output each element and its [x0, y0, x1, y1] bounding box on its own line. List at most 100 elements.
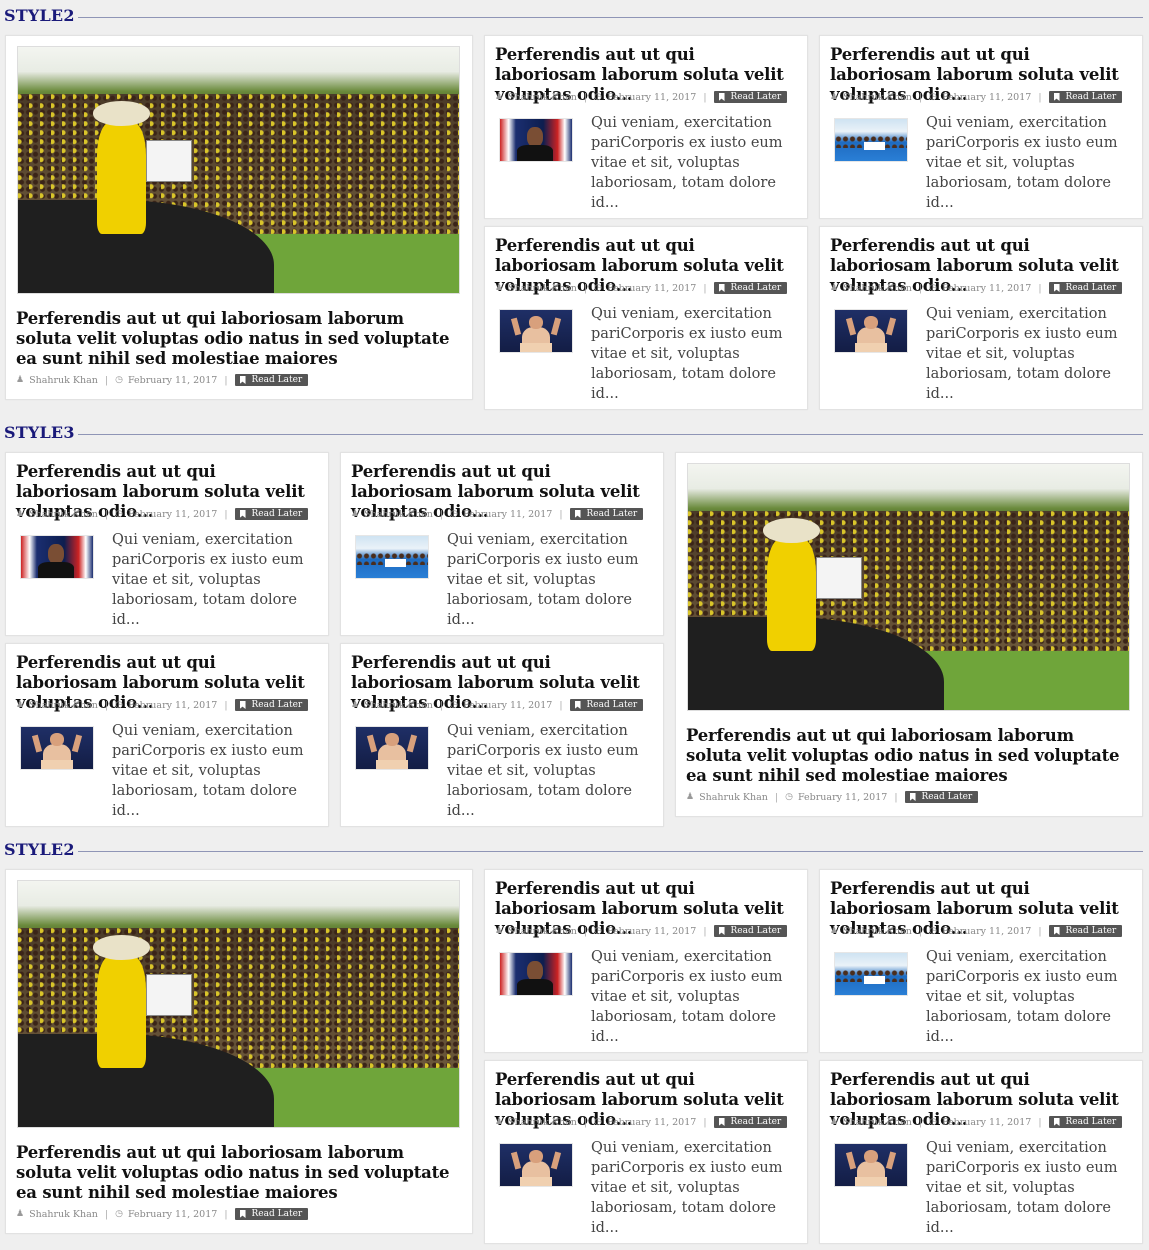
featured-post-card[interactable]: Perferendis aut ut qui laboriosam laboru… — [675, 452, 1143, 817]
post-date: February 11, 2017 — [941, 1116, 1032, 1128]
post-author[interactable]: Shahruk Khan — [843, 926, 912, 937]
read-later-button[interactable]: Read Later — [713, 91, 788, 103]
clock-icon: ◷ — [594, 92, 602, 102]
read-later-button[interactable]: Read Later — [1048, 1116, 1123, 1128]
featured-post-card[interactable]: Perferendis aut ut qui laboriosam laboru… — [5, 35, 473, 400]
post-meta: ♟ Shahruk Khan | ◷ February 11, 2017 | Read … — [495, 1116, 788, 1128]
post-card[interactable]: Perferendis aut ut qui laboriosam laboru… — [484, 35, 808, 219]
post-card[interactable]: Perferendis aut ut qui laboriosam laboru… — [484, 226, 808, 410]
post-card[interactable]: Perferendis aut ut qui laboriosam laboru… — [5, 452, 329, 636]
post-excerpt: Qui veniam, exercitation pariCorporis ex… — [447, 723, 639, 819]
read-later-button[interactable]: Read Later — [713, 1116, 788, 1128]
featured-post-image[interactable] — [17, 880, 460, 1128]
section-divider — [78, 17, 1143, 18]
bookmark-icon — [239, 376, 246, 384]
post-card[interactable]: Perferendis aut ut qui laboriosam laboru… — [819, 1060, 1143, 1244]
read-later-button[interactable]: Read Later — [569, 699, 644, 711]
featured-post-image[interactable] — [17, 46, 460, 294]
post-author[interactable]: Shahruk Khan — [508, 92, 577, 103]
post-author[interactable]: Shahruk Khan — [508, 1117, 577, 1128]
post-card[interactable]: Perferendis aut ut qui laboriosam laboru… — [484, 869, 808, 1053]
read-later-button[interactable]: Read Later — [1048, 91, 1123, 103]
post-author[interactable]: Shahruk Khan — [843, 1117, 912, 1128]
read-later-button[interactable]: Read Later — [713, 925, 788, 937]
post-thumbnail[interactable] — [834, 952, 908, 996]
post-author[interactable]: Shahruk Khan — [364, 509, 433, 520]
post-thumbnail[interactable] — [20, 535, 94, 579]
read-later-button[interactable]: Read Later — [234, 508, 309, 520]
post-thumbnail[interactable] — [499, 1143, 573, 1187]
user-icon: ♟ — [495, 926, 504, 936]
post-meta: ♟ Shahruk Khan | ◷ February 11, 2017 | Rea… — [16, 374, 309, 386]
post-card[interactable]: Perferendis aut ut qui laboriosam laboru… — [819, 35, 1143, 219]
post-author[interactable]: Shahruk Khan — [29, 1209, 98, 1220]
read-later-button[interactable]: Read Later — [234, 1208, 309, 1220]
clock-icon: ◷ — [115, 1209, 123, 1219]
post-excerpt: Qui veniam, exercitation pariCorporis ex… — [926, 115, 1118, 211]
post-meta: ♟ Shahruk Khan | ◷ February 11, 2017 | Read … — [830, 282, 1123, 294]
bookmark-icon — [718, 93, 725, 101]
read-later-button[interactable]: Read Later — [1048, 925, 1123, 937]
post-thumbnail[interactable] — [355, 726, 429, 770]
post-meta: ♟ Shahruk Khan | ◷ February 11, 2017 | Rea… — [686, 791, 979, 803]
post-card[interactable]: Perferendis aut ut qui laboriosam laboru… — [340, 452, 664, 636]
post-thumbnail[interactable] — [499, 118, 573, 162]
post-author[interactable]: Shahruk Khan — [364, 700, 433, 711]
bookmark-icon — [239, 701, 246, 709]
read-later-button[interactable]: Read Later — [713, 282, 788, 294]
post-author[interactable]: Shahruk Khan — [699, 792, 768, 803]
post-date: February 11, 2017 — [606, 282, 697, 294]
post-date: February 11, 2017 — [797, 791, 888, 803]
featured-post-title[interactable]: Perferendis aut ut qui laboriosam laboru… — [686, 726, 1126, 786]
user-icon: ♟ — [686, 792, 695, 802]
clock-icon: ◷ — [929, 1117, 937, 1127]
section-divider — [78, 434, 1143, 435]
post-thumbnail[interactable] — [834, 1143, 908, 1187]
post-date: February 11, 2017 — [941, 91, 1032, 103]
post-author[interactable]: Shahruk Khan — [508, 283, 577, 294]
section-header: STYLE3 — [0, 421, 1149, 449]
read-later-button[interactable]: Read Later — [904, 791, 979, 803]
post-thumbnail[interactable] — [355, 535, 429, 579]
read-later-button[interactable]: Read Later — [1048, 282, 1123, 294]
user-icon: ♟ — [495, 283, 504, 293]
clock-icon: ◷ — [115, 700, 123, 710]
post-card[interactable]: Perferendis aut ut qui laboriosam laboru… — [819, 226, 1143, 410]
post-author[interactable]: Shahruk Khan — [29, 375, 98, 386]
clock-icon: ◷ — [594, 283, 602, 293]
read-later-button[interactable]: Read Later — [569, 508, 644, 520]
featured-post-title[interactable]: Perferendis aut ut qui laboriosam laboru… — [16, 309, 456, 369]
post-card[interactable]: Perferendis aut ut qui laboriosam laboru… — [484, 1060, 808, 1244]
post-meta: ♟ Shahruk Khan | ◷ February 11, 2017 | Read … — [830, 1116, 1123, 1128]
post-thumbnail[interactable] — [499, 952, 573, 996]
user-icon: ♟ — [16, 375, 25, 385]
post-thumbnail[interactable] — [834, 118, 908, 162]
read-later-button[interactable]: Read Later — [234, 699, 309, 711]
post-thumbnail[interactable] — [834, 309, 908, 353]
post-meta: ♟ Shahruk Khan | ◷ February 11, 2017 | Read … — [830, 925, 1123, 937]
post-author[interactable]: Shahruk Khan — [29, 700, 98, 711]
post-excerpt: Qui veniam, exercitation pariCorporis ex… — [591, 306, 783, 402]
clock-icon: ◷ — [929, 926, 937, 936]
post-thumbnail[interactable] — [20, 726, 94, 770]
featured-post-title[interactable]: Perferendis aut ut qui laboriosam laboru… — [16, 1143, 456, 1203]
post-author[interactable]: Shahruk Khan — [843, 283, 912, 294]
post-author[interactable]: Shahruk Khan — [508, 926, 577, 937]
post-date: February 11, 2017 — [462, 508, 553, 520]
bookmark-icon — [239, 510, 246, 518]
post-card[interactable]: Perferendis aut ut qui laboriosam laboru… — [5, 643, 329, 827]
post-excerpt: Qui veniam, exercitation pariCorporis ex… — [591, 115, 783, 211]
featured-post-image[interactable] — [687, 463, 1130, 711]
post-thumbnail[interactable] — [499, 309, 573, 353]
post-author[interactable]: Shahruk Khan — [843, 92, 912, 103]
post-card[interactable]: Perferendis aut ut qui laboriosam laboru… — [819, 869, 1143, 1053]
user-icon: ♟ — [16, 1209, 25, 1219]
post-excerpt: Qui veniam, exercitation pariCorporis ex… — [591, 1140, 783, 1236]
section-header: STYLE2 — [0, 838, 1149, 866]
clock-icon: ◷ — [115, 375, 123, 385]
post-card[interactable]: Perferendis aut ut qui laboriosam laboru… — [340, 643, 664, 827]
post-author[interactable]: Shahruk Khan — [29, 509, 98, 520]
featured-post-card[interactable]: Perferendis aut ut qui laboriosam laboru… — [5, 869, 473, 1234]
read-later-button[interactable]: Read Later — [234, 374, 309, 386]
post-meta: ♟ Shahruk Khan | ◷ February 11, 2017 | Read … — [495, 925, 788, 937]
